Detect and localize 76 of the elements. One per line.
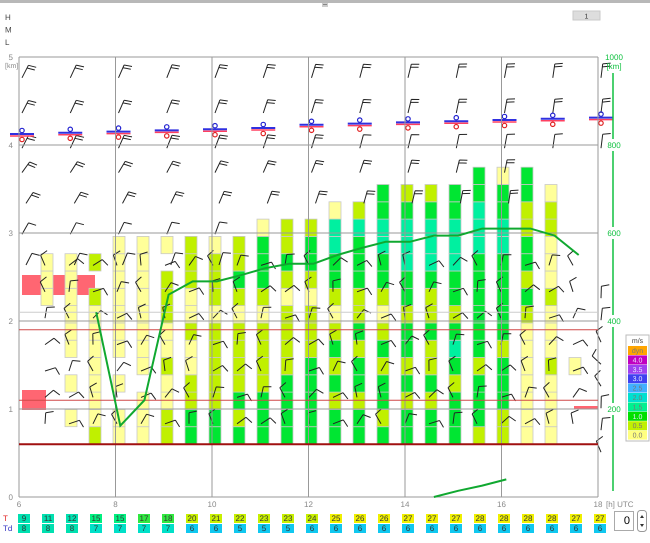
value-badge: 8 — [18, 524, 30, 533]
axis-label: 6 — [16, 500, 22, 509]
value-badge: 7 — [90, 524, 102, 533]
value-badge: 6 — [354, 524, 366, 533]
value-badge: 27 — [426, 514, 438, 523]
value-badge: 11 — [42, 514, 54, 523]
value-badge: 27 — [594, 514, 606, 523]
axis-label: 8 — [113, 500, 118, 509]
axis-label: 10 — [208, 500, 216, 509]
axis-label: 0 — [8, 493, 13, 502]
value-badge: 27 — [450, 514, 462, 523]
value-badge: 26 — [354, 514, 366, 523]
value-badge: 6 — [594, 524, 606, 533]
value-badge: 8 — [42, 524, 54, 533]
axis-label: 18 — [594, 500, 602, 509]
row-label: T — [2, 514, 9, 523]
value-badge: 7 — [138, 524, 150, 533]
axis-unit: [h] UTC — [606, 500, 634, 509]
value-badge: 6 — [330, 524, 342, 533]
level-label: L — [5, 38, 10, 47]
value-badge: 18 — [162, 514, 174, 523]
value-badge: 28 — [498, 514, 510, 523]
value-badge: 28 — [522, 514, 534, 523]
value-badge: 6 — [522, 524, 534, 533]
axis-unit: [km] — [606, 62, 622, 71]
value-badge: 15 — [114, 514, 126, 523]
value-badge: 6 — [546, 524, 558, 533]
axis-label: 200 — [607, 405, 621, 414]
value-badge: 6 — [186, 524, 198, 533]
axis-label: 600 — [607, 229, 621, 238]
value-badge: 15 — [90, 514, 102, 523]
value-badge: 6 — [498, 524, 510, 533]
axis-label: 400 — [607, 317, 621, 326]
value-badge: 12 — [66, 514, 78, 523]
value-badge: 6 — [570, 524, 582, 533]
row-label: Td — [2, 524, 12, 533]
value-badge: 7 — [114, 524, 126, 533]
axis-label: 14 — [400, 500, 410, 509]
value-badge: 17 — [138, 514, 150, 523]
axis-label: 4 — [8, 141, 13, 150]
value-badge: 21 — [210, 514, 222, 523]
axis-label: 3 — [8, 229, 13, 238]
value-badge: 27 — [402, 514, 414, 523]
value-badge: 5 — [282, 524, 294, 533]
value-badge: 6 — [378, 524, 390, 533]
value-badge: 26 — [378, 514, 390, 523]
value-badge: 20 — [186, 514, 198, 523]
axis-label: 16 — [497, 500, 506, 509]
value-badge: 27 — [570, 514, 582, 523]
value-badge: 5 — [234, 524, 246, 533]
number-field[interactable]: 0 — [614, 511, 634, 531]
value-badge: 23 — [282, 514, 294, 523]
value-badge: 25 — [330, 514, 342, 523]
value-badge: 6 — [450, 524, 462, 533]
axis-label: 5 — [8, 53, 13, 62]
axis-label: 800 — [607, 141, 621, 150]
value-badge: 6 — [306, 524, 318, 533]
level-label: M — [5, 26, 12, 34]
value-badge: 28 — [546, 514, 558, 523]
value-badge: 22 — [234, 514, 246, 523]
axis-label: 1000 — [605, 53, 623, 62]
value-badge: 6 — [426, 524, 438, 533]
value-badge: 7 — [162, 524, 174, 533]
value-badge: 6 — [402, 524, 414, 533]
value-badge: 23 — [258, 514, 270, 523]
value-badge: 24 — [306, 514, 318, 523]
axis-label: 1 — [8, 405, 13, 414]
axis-label: 12 — [304, 500, 313, 509]
value-badge: 5 — [258, 524, 270, 533]
axis-label: 2 — [8, 317, 13, 326]
value-badge: 9 — [18, 514, 30, 523]
value-badge: 6 — [474, 524, 486, 533]
value-badge: 8 — [66, 524, 78, 533]
level-label: H — [5, 13, 11, 22]
value-badge: 28 — [474, 514, 486, 523]
value-badge: 6 — [210, 524, 222, 533]
